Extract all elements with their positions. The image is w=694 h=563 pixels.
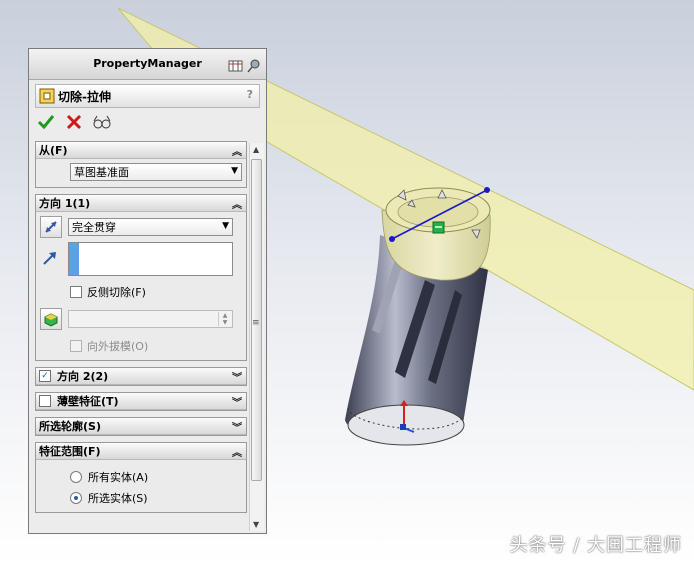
scope-selected-bodies-label: 所选实体(S) [88, 492, 148, 505]
end-condition-value: 完全贯穿 [72, 221, 116, 234]
feature-title-bar: 切除-拉伸 ? [35, 84, 260, 108]
group-from-header[interactable]: 从(F) ︽ [36, 142, 246, 159]
from-dropdown-value: 草图基准面 [74, 166, 129, 179]
group-from: 从(F) ︽ 草图基准面 ▼ [35, 141, 247, 188]
selection-highlight [69, 243, 79, 275]
collapse-chevron-icon[interactable]: ︽ [232, 143, 242, 158]
group-feature-scope-header[interactable]: 特征范围(F) ︽ [36, 443, 246, 460]
direction-arrow-icon [40, 248, 62, 271]
direction2-checkbox[interactable]: ✓ [39, 370, 51, 382]
pin-icon[interactable] [246, 56, 262, 73]
group-thin-feature-label: 薄壁特征(T) [57, 395, 119, 408]
collapse-chevron-icon[interactable]: ︽ [232, 444, 242, 459]
from-dropdown[interactable]: 草图基准面 ▼ [70, 163, 242, 181]
scroll-down-arrow-icon[interactable]: ▼ [253, 520, 259, 529]
panel-scrollbar[interactable]: ▲ ≡ ▼ [249, 143, 264, 531]
group-feature-scope-label: 特征范围(F) [39, 445, 101, 458]
end-condition-dropdown[interactable]: 完全贯穿 ▼ [68, 218, 233, 236]
preview-glasses-icon[interactable] [93, 113, 111, 131]
draft-outward-checkbox: 向外拔模(O) [70, 338, 242, 354]
group-thin-feature: 薄壁特征(T) ︾ [35, 392, 247, 411]
expand-chevron-icon[interactable]: ︾ [232, 419, 242, 434]
panel-scroll-content: 从(F) ︽ 草图基准面 ▼ 方向 1(1) ︽ 完全贯穿 ▼ 反侧切除(F) … [35, 141, 247, 533]
dropdown-arrow-icon: ▼ [222, 221, 229, 231]
group-direction2-header[interactable]: ✓ 方向 2(2) ︾ [36, 368, 246, 385]
group-feature-scope: 特征范围(F) ︽ 所有实体(A) 所选实体(S) [35, 442, 247, 513]
spin-buttons[interactable]: ▲ ▼ [218, 312, 231, 326]
scroll-grip-icon: ≡ [252, 318, 260, 328]
group-direction1-header[interactable]: 方向 1(1) ︽ [36, 195, 246, 212]
watermark-text: 头条号 / 大国工程师 [509, 535, 682, 556]
scope-all-bodies-label: 所有实体(A) [88, 471, 149, 484]
flip-side-label: 反侧切除(F) [87, 286, 146, 299]
group-selected-contours-label: 所选轮廓(S) [39, 420, 101, 433]
checkbox-box[interactable] [70, 286, 82, 298]
group-direction2: ✓ 方向 2(2) ︾ [35, 367, 247, 386]
flip-direction-icon[interactable] [40, 216, 62, 238]
group-from-label: 从(F) [39, 144, 68, 157]
direction-selection-box[interactable] [68, 242, 233, 276]
group-selected-contours-header[interactable]: 所选轮廓(S) ︾ [36, 418, 246, 435]
group-direction2-label: 方向 2(2) [57, 370, 109, 383]
grid-icon[interactable] [228, 56, 244, 72]
help-button[interactable]: ? [247, 88, 253, 101]
panel-title: PropertyManager [93, 57, 202, 70]
checkbox-box [70, 340, 82, 352]
cancel-x-icon[interactable] [65, 113, 83, 131]
draft-angle-field[interactable]: ▲ ▼ [68, 310, 233, 328]
feature-name: 切除-拉伸 [58, 89, 111, 104]
expand-chevron-icon[interactable]: ︾ [232, 394, 242, 409]
collapse-chevron-icon[interactable]: ︽ [232, 196, 242, 211]
action-buttons [29, 110, 266, 134]
scope-all-bodies-radio[interactable]: 所有实体(A) [70, 469, 242, 485]
radio-button[interactable] [70, 492, 82, 504]
group-selected-contours: 所选轮廓(S) ︾ [35, 417, 247, 436]
group-direction1: 方向 1(1) ︽ 完全贯穿 ▼ 反侧切除(F) ▲ ▼ 向外拔模(O) [35, 194, 247, 361]
property-manager-panel: PropertyManager 切除-拉伸 ? 从(F) ︽ 草图基准面 ▼ 方… [28, 48, 267, 534]
thin-feature-checkbox[interactable] [39, 395, 51, 407]
draft-outward-label: 向外拔模(O) [87, 340, 149, 353]
scroll-up-arrow-icon[interactable]: ▲ [253, 145, 259, 154]
ok-check-icon[interactable] [37, 113, 55, 131]
radio-button[interactable] [70, 471, 82, 483]
draft-cube-icon[interactable] [40, 308, 62, 330]
panel-header: PropertyManager [29, 49, 266, 80]
group-direction1-label: 方向 1(1) [39, 197, 91, 210]
cut-extrude-icon [39, 88, 55, 104]
expand-chevron-icon[interactable]: ︾ [232, 369, 242, 384]
dropdown-arrow-icon: ▼ [231, 166, 238, 176]
flip-side-checkbox[interactable]: 反侧切除(F) [70, 284, 242, 300]
scope-selected-bodies-radio[interactable]: 所选实体(S) [70, 490, 242, 506]
group-thin-feature-header[interactable]: 薄壁特征(T) ︾ [36, 393, 246, 410]
